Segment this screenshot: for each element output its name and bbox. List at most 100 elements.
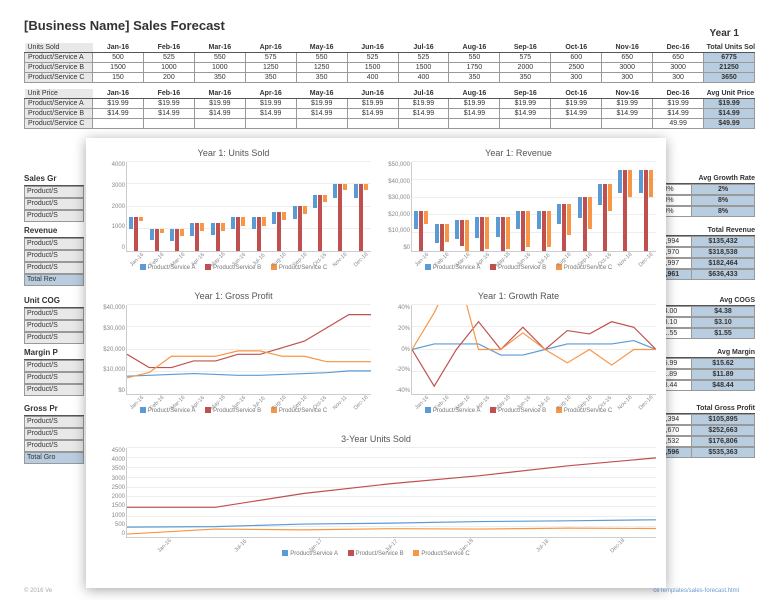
month-header: Oct-16 [551,89,602,99]
cell: 1250 [245,63,296,73]
bar [323,195,327,202]
row-label: Product/Service C [25,73,93,83]
table-row: Product/Service C49.99$49.99 [25,119,755,129]
partial-total: $318,538 [692,248,754,257]
bar [516,211,520,230]
bar [282,212,286,220]
bar [298,206,302,251]
section-header: Revenue [24,224,84,238]
bar [293,206,297,219]
cell: $19.99 [93,99,144,109]
cell [602,119,653,129]
bar [424,211,428,224]
bar [649,170,653,197]
section-header: Margin P [24,346,84,360]
month-header: Jul-16 [398,43,449,53]
bar [195,223,199,251]
bar [303,206,307,214]
cell: 1500 [347,63,398,73]
cell: 400 [398,73,449,83]
table-row: Product/Service B15001000100012501250150… [25,63,755,73]
partial-total: 8% [692,196,754,205]
footer-right: ceTemplates/sales-forecast.html [653,588,739,594]
cell: 400 [347,73,398,83]
bar [318,195,322,251]
table-row: Product/Service A50052555057555052552555… [25,53,755,63]
month-header: Oct-16 [551,43,602,53]
line-series [412,305,656,365]
cell: 350 [449,73,500,83]
partial-total: $182,464 [692,259,754,268]
chart-3year-units: 3-Year Units Sold 4500400035003000250020… [96,434,656,564]
chart-gross-profit: Year 1: Gross Profit $40,000$30,000$20,0… [96,291,371,426]
cell: $19.99 [449,99,500,109]
partial-total: $252,663 [692,426,754,435]
cell: $14.99 [93,109,144,119]
cell: 300 [551,73,602,83]
charts-panel: Year 1: Units Sold 40003000200010000Jan-… [86,138,666,588]
bar [354,184,358,199]
row-total: $49.99 [704,119,755,129]
table-row: Product/Service A$19.99$19.99$19.99$19.9… [25,99,755,109]
month-header: May-16 [296,43,347,53]
row-stub: Product/S [24,198,84,210]
line-series [127,351,371,378]
partial-total: $3.10 [692,318,754,327]
bar [313,195,317,209]
cell: $19.99 [500,99,551,109]
cell [194,119,245,129]
row-stub: Product/S [24,320,84,332]
bar [440,224,444,251]
month-header: Aug-16 [449,43,500,53]
cell: 500 [93,53,144,63]
month-header: Feb-16 [143,89,194,99]
bar [578,197,582,218]
total-header: Avg Unit Price [704,89,755,99]
cell [93,119,144,129]
bar [134,217,138,251]
row-stub: Product/S [24,372,84,384]
unit-price-table: Unit PriceJan-16Feb-16Mar-16Apr-16May-16… [24,89,755,129]
cell: 300 [653,73,704,83]
partial-total: 8% [692,207,754,216]
partial-total: $48.44 [692,381,754,390]
bar [639,170,643,193]
bar [155,229,159,252]
row-total: 21250 [704,63,755,73]
chart-units-sold: Year 1: Units Sold 40003000200010000Jan-… [96,148,371,283]
bar [414,211,418,229]
cell: 650 [653,53,704,63]
month-header: May-16 [296,89,347,99]
partial-total: $4.38 [692,307,754,316]
cell: 350 [194,73,245,83]
year-label: Year 1 [710,28,739,39]
cell: $19.99 [347,99,398,109]
row-stub: Product/S [24,262,84,274]
line-series [127,520,656,527]
bar [567,204,571,235]
cell: $14.99 [449,109,500,119]
row-stub: Product/S [24,384,84,396]
bar [526,211,530,247]
partial-total: $135,432 [692,237,754,246]
cell: 525 [347,53,398,63]
total-header: Total Units Sold [704,43,755,53]
bar [485,217,489,248]
cell: 350 [500,73,551,83]
bar [262,217,266,226]
bar [501,217,505,251]
cell: 1500 [93,63,144,73]
bar [359,184,363,252]
cell [296,119,347,129]
row-stub: Product/S [24,308,84,320]
chart-title: Year 1: Growth Rate [381,291,656,301]
row-total: $14.99 [704,109,755,119]
bar [435,224,439,243]
bar [623,170,627,251]
col-header: Units Sold [25,43,93,53]
bar [200,223,204,231]
line-series [412,341,656,355]
month-header: Apr-16 [245,89,296,99]
cell: $14.99 [143,109,194,119]
bar [628,170,632,197]
